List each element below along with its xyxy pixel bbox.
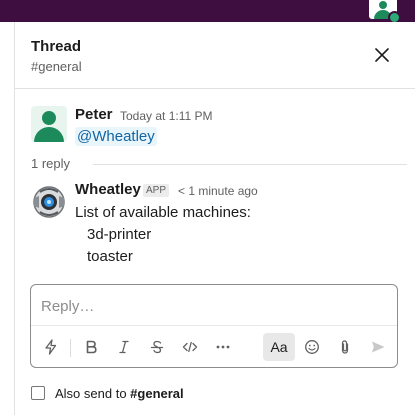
- divider: [31, 325, 397, 326]
- peter-avatar[interactable]: [31, 106, 67, 142]
- bold-button[interactable]: [77, 333, 105, 361]
- also-send-checkbox[interactable]: [31, 386, 45, 400]
- divider: [93, 164, 407, 165]
- reply-message-timestamp[interactable]: < 1 minute ago: [178, 184, 258, 198]
- code-button[interactable]: [176, 333, 204, 361]
- emoji-button[interactable]: [298, 333, 326, 361]
- also-send-channel: #general: [130, 386, 184, 401]
- also-send-option[interactable]: Also send to #general: [31, 386, 231, 402]
- reply-input[interactable]: [41, 296, 381, 316]
- app-badge: APP: [143, 184, 170, 197]
- send-button[interactable]: [364, 333, 392, 361]
- strikethrough-button[interactable]: [143, 333, 171, 361]
- italic-button[interactable]: [110, 333, 138, 361]
- thread-header: Thread #general: [15, 22, 415, 89]
- thread-title: Thread: [31, 38, 82, 55]
- attach-button[interactable]: [331, 333, 359, 361]
- mention-link[interactable]: @Wheatley: [75, 127, 157, 146]
- lightning-icon: [45, 339, 57, 355]
- reply-count: 1 reply: [31, 156, 71, 171]
- shortcuts-button[interactable]: [37, 333, 65, 361]
- emoji-icon: [305, 340, 319, 354]
- top-bar: [0, 0, 415, 22]
- message-line: toaster: [87, 248, 133, 265]
- italic-icon: [119, 340, 129, 354]
- avatar-head-shape: [379, 1, 387, 9]
- replies-divider-row: 1 reply: [31, 156, 407, 172]
- wheatley-avatar[interactable]: [31, 184, 67, 220]
- more-formatting-button[interactable]: [209, 333, 237, 361]
- close-button[interactable]: [371, 44, 393, 66]
- also-send-text: Also send to: [55, 386, 127, 401]
- message-line: List of available machines:: [75, 204, 251, 221]
- strikethrough-icon: [150, 340, 164, 354]
- parent-message-author[interactable]: Peter: [75, 106, 113, 123]
- attachment-icon: [341, 340, 349, 354]
- thread-channel[interactable]: #general: [31, 59, 82, 74]
- formatting-icon: Aa: [270, 339, 288, 355]
- code-icon: [182, 341, 198, 353]
- close-icon: [375, 48, 389, 62]
- parent-message-timestamp[interactable]: Today at 1:11 PM: [120, 109, 213, 123]
- formatting-toggle-button[interactable]: Aa: [263, 333, 295, 361]
- wheatley-robot-icon: [33, 186, 65, 218]
- message-line: 3d-printer: [87, 226, 152, 243]
- also-send-label[interactable]: Also send to #general: [55, 386, 184, 401]
- reply-composer: Aa: [30, 284, 398, 368]
- reply-message-author[interactable]: Wheatley: [75, 181, 141, 198]
- divider: [70, 339, 71, 357]
- bold-icon: [86, 340, 97, 354]
- avatar-body-shape: [34, 127, 64, 142]
- thread-panel: Thread #general Peter Today at 1:11 PM @…: [14, 22, 415, 415]
- avatar-head-shape: [42, 111, 56, 125]
- send-icon: [372, 341, 385, 353]
- more-icon: [216, 345, 230, 349]
